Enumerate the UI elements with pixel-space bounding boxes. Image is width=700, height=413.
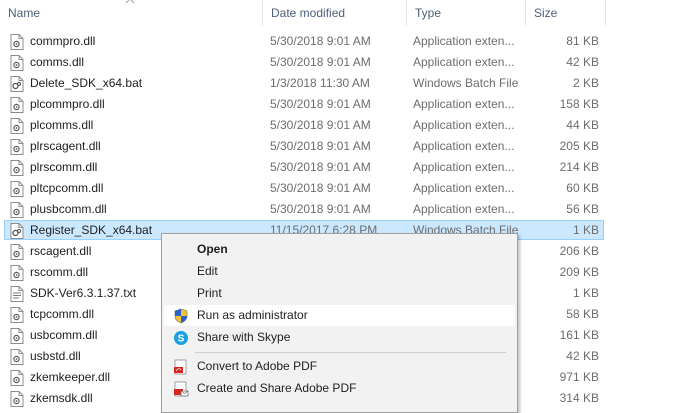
file-row[interactable]: plcommpro.dll 5/30/2018 9:01 AM Applicatio… xyxy=(0,94,700,115)
dll-file-icon xyxy=(10,34,24,50)
file-size: 58 KB xyxy=(566,307,599,321)
file-type: Application exten... xyxy=(413,160,515,174)
menu-item-label: Edit xyxy=(197,264,218,278)
file-name: plrscomm.dll xyxy=(30,160,98,174)
file-size: 1 KB xyxy=(572,286,599,300)
file-name: comms.dll xyxy=(30,55,85,69)
menu-item-label: Print xyxy=(197,286,222,300)
menu-item-print[interactable]: Print xyxy=(164,283,515,304)
menu-item-label: Convert to Adobe PDF xyxy=(197,359,318,373)
uac-shield-icon xyxy=(174,308,188,324)
dll-file-icon xyxy=(10,244,24,260)
column-header-bar: Name Date modified Type Size xyxy=(0,0,700,27)
file-type: Application exten... xyxy=(413,55,515,69)
svg-text:S: S xyxy=(178,334,185,345)
file-size: 60 KB xyxy=(566,181,599,195)
menu-item-label: Open xyxy=(197,242,228,256)
file-row[interactable]: pltcpcomm.dll 5/30/2018 9:01 AM Applicatio… xyxy=(0,178,700,199)
file-size: 42 KB xyxy=(566,349,599,363)
file-size: 161 KB xyxy=(559,328,599,342)
dll-file-icon xyxy=(10,139,24,155)
file-row[interactable]: plusbcomm.dll 5/30/2018 9:01 AM Applicatio… xyxy=(0,199,700,220)
dll-file-icon xyxy=(10,265,24,281)
file-type: Application exten... xyxy=(413,34,515,48)
menu-item-label: Create and Share Adobe PDF xyxy=(197,381,357,395)
file-date-modified: 1/3/2018 11:30 AM xyxy=(270,76,370,90)
file-name: plcommpro.dll xyxy=(30,97,105,111)
dll-file-icon xyxy=(10,55,24,71)
file-size: 1 KB xyxy=(572,223,599,237)
file-type: Application exten... xyxy=(413,139,515,153)
dll-file-icon xyxy=(10,328,24,344)
menu-item-label: Share with Skype xyxy=(197,330,291,344)
dll-file-icon xyxy=(10,391,24,407)
file-size: 209 KB xyxy=(559,265,599,279)
file-name: pltcpcomm.dll xyxy=(30,181,104,195)
menu-item-label: Run as administrator xyxy=(197,308,308,322)
column-header-size[interactable]: Size xyxy=(526,0,606,26)
file-size: 81 KB xyxy=(566,34,599,48)
adobe-pdf-icon xyxy=(174,359,187,375)
file-type: Application exten... xyxy=(413,118,515,132)
menu-item-share-with-skype[interactable]: S Share with Skype xyxy=(164,327,515,348)
file-date-modified: 5/30/2018 9:01 AM xyxy=(270,202,371,216)
file-size: 56 KB xyxy=(566,202,599,216)
file-type: Application exten... xyxy=(413,181,515,195)
menu-item-convert-to-adobe-pdf[interactable]: Convert to Adobe PDF xyxy=(164,356,515,377)
file-date-modified: 5/30/2018 9:01 AM xyxy=(270,181,371,195)
file-row[interactable]: plrscagent.dll 5/30/2018 9:01 AM Applicati… xyxy=(0,136,700,157)
adobe-pdf-share-icon xyxy=(174,381,189,397)
column-header-date-modified[interactable]: Date modified xyxy=(263,0,407,26)
file-size: 2 KB xyxy=(572,76,599,90)
dll-file-icon xyxy=(10,370,24,386)
file-name: plusbcomm.dll xyxy=(30,202,107,216)
file-size: 44 KB xyxy=(566,118,599,132)
file-date-modified: 5/30/2018 9:01 AM xyxy=(270,118,371,132)
file-name: plrscagent.dll xyxy=(30,139,101,153)
file-type: Windows Batch File xyxy=(413,76,519,90)
menu-item-edit[interactable]: Edit xyxy=(164,261,515,282)
file-name: commpro.dll xyxy=(30,34,96,48)
text-file-icon xyxy=(10,286,24,302)
column-header-type[interactable]: Type xyxy=(407,0,526,26)
menu-item-create-and-share-adobe-pdf[interactable]: Create and Share Adobe PDF xyxy=(164,378,515,399)
file-size: 158 KB xyxy=(559,97,599,111)
file-date-modified: 5/30/2018 9:01 AM xyxy=(270,34,371,48)
file-name: plcomms.dll xyxy=(30,118,94,132)
menu-item-open[interactable]: Open xyxy=(164,239,515,260)
file-row[interactable]: comms.dll 5/30/2018 9:01 AM Application ex… xyxy=(0,52,700,73)
file-type: Application exten... xyxy=(413,97,515,111)
dll-file-icon xyxy=(10,118,24,134)
skype-icon: S xyxy=(174,331,188,345)
dll-file-icon xyxy=(10,307,24,323)
file-size: 314 KB xyxy=(559,391,599,405)
file-row[interactable]: commpro.dll 5/30/2018 9:01 AM Application … xyxy=(0,31,700,52)
menu-item-run-as-administrator[interactable]: Run as administrator xyxy=(164,305,515,326)
file-size: 42 KB xyxy=(566,55,599,69)
file-row[interactable]: plcomms.dll 5/30/2018 9:01 AM Application … xyxy=(0,115,700,136)
context-menu: Open Edit Print Run as administrator S S… xyxy=(161,233,518,413)
dll-file-icon xyxy=(10,349,24,365)
dll-file-icon xyxy=(10,160,24,176)
batch-file-icon xyxy=(10,223,24,239)
dll-file-icon xyxy=(10,181,24,197)
file-size: 205 KB xyxy=(559,139,599,153)
dll-file-icon xyxy=(10,202,24,218)
file-type: Application exten... xyxy=(413,202,515,216)
column-header-name[interactable]: Name xyxy=(0,0,263,26)
file-name: Delete_SDK_x64.bat xyxy=(30,76,143,90)
file-row[interactable]: plrscomm.dll 5/30/2018 9:01 AM Application… xyxy=(0,157,700,178)
batch-file-icon xyxy=(10,76,24,92)
menu-separator xyxy=(195,352,506,353)
file-size: 206 KB xyxy=(559,244,599,258)
dll-file-icon xyxy=(10,97,24,113)
file-size: 214 KB xyxy=(559,160,599,174)
file-size: 971 KB xyxy=(559,370,599,384)
file-date-modified: 5/30/2018 9:01 AM xyxy=(270,97,371,111)
file-date-modified: 5/30/2018 9:01 AM xyxy=(270,55,371,69)
file-row[interactable]: Delete_SDK_x64.bat 1/3/2018 11:30 AM Windo… xyxy=(0,73,700,94)
file-date-modified: 5/30/2018 9:01 AM xyxy=(270,139,371,153)
file-date-modified: 5/30/2018 9:01 AM xyxy=(270,160,371,174)
